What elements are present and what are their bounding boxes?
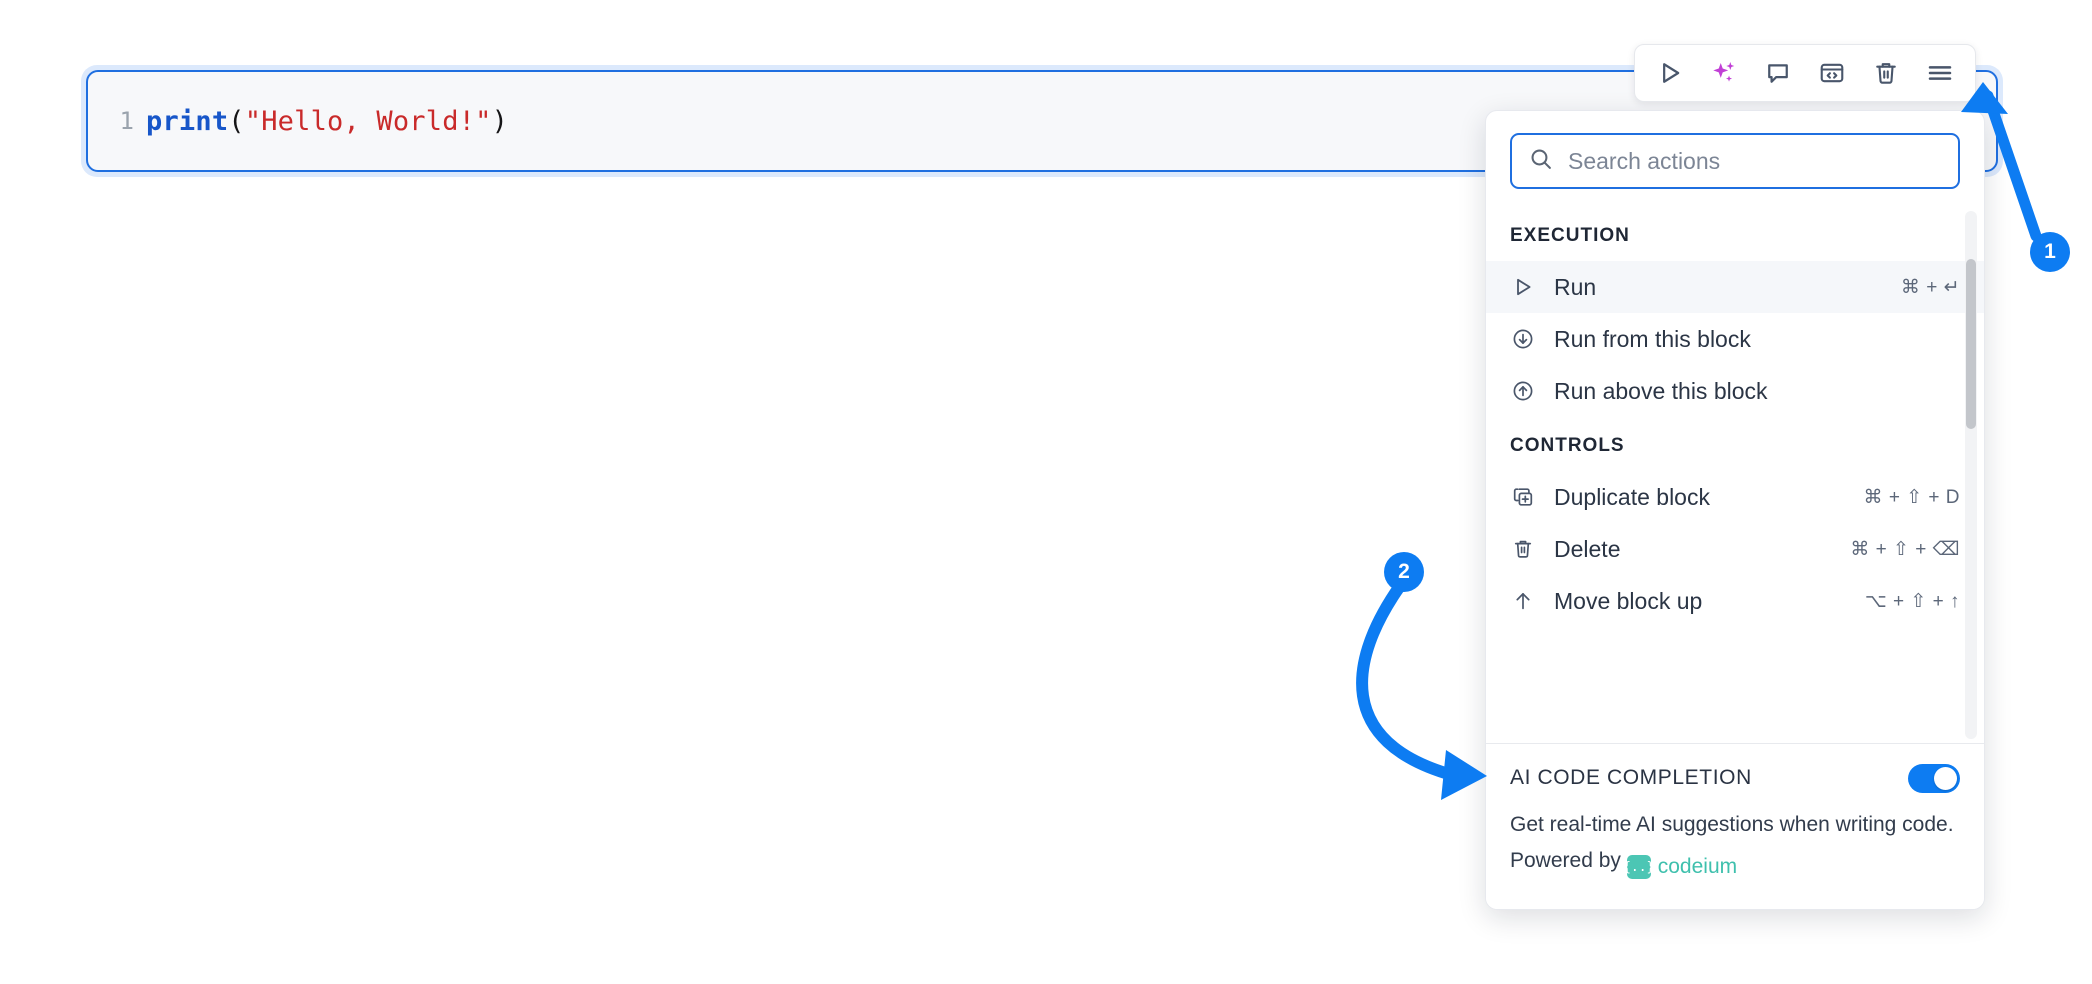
menu-item-run-from-this-block[interactable]: Run from this block [1486, 313, 1984, 365]
run-icon[interactable] [1645, 50, 1695, 96]
menu-item-run[interactable]: Run ⌘ + ↵ [1486, 261, 1984, 313]
section-header-execution: EXECUTION [1510, 225, 1630, 246]
actions-menu-panel: EXECUTION Run ⌘ + ↵ Run from this block [1485, 110, 1985, 910]
menu-item-shortcut: ⌘ + ⇧ + ⌫ [1850, 538, 1960, 560]
arrow-up-circle-icon [1510, 378, 1536, 404]
ai-code-completion-title: AI CODE COMPLETION [1510, 766, 1752, 789]
code-token-close-paren: ) [491, 105, 509, 137]
menu-item-label: Duplicate block [1554, 483, 1710, 510]
code-token-string: "Hello, World!" [244, 105, 492, 137]
menu-item-shortcut: ⌥ + ⇧ + ↑ [1864, 590, 1960, 612]
codeium-brand-name: codeium [1657, 855, 1738, 878]
ai-code-completion-row: AI CODE COMPLETION [1510, 763, 1960, 793]
menu-item-delete[interactable]: Delete ⌘ + ⇧ + ⌫ [1486, 523, 1984, 575]
trash-icon[interactable] [1861, 50, 1911, 96]
code-token-function: print [146, 105, 229, 137]
block-toolbar [1634, 44, 1976, 102]
code-block-icon[interactable] [1807, 50, 1857, 96]
search-actions-box[interactable] [1510, 133, 1960, 189]
annotation-badge-1: 1 [2030, 232, 2070, 272]
toggle-knob [1934, 766, 1957, 790]
code-token-open-paren: ( [228, 105, 245, 137]
line-number: 1 [119, 107, 134, 135]
codeium-logo-icon: {..} [1623, 855, 1654, 879]
annotation-arrow-2-head [1441, 750, 1487, 800]
menu-list: EXECUTION Run ⌘ + ↵ Run from this block [1486, 207, 1984, 631]
search-icon [1528, 146, 1554, 177]
menu-item-label: Delete [1554, 535, 1621, 562]
section-header-controls: CONTROLS [1510, 435, 1625, 456]
ai-code-completion-toggle[interactable] [1908, 763, 1960, 793]
menu-item-shortcut: ⌘ + ⇧ + D [1863, 486, 1960, 508]
codeium-brand[interactable]: {..} codeium [1623, 849, 1738, 885]
ai-code-completion-section: AI CODE COMPLETION Get real-time AI sugg… [1486, 742, 1984, 909]
menu-item-run-above-this-block[interactable]: Run above this block [1486, 365, 1984, 417]
hamburger-menu-icon[interactable] [1915, 50, 1965, 96]
menu-item-label: Run from this block [1554, 325, 1751, 352]
ai-sparkle-icon[interactable] [1699, 50, 1749, 96]
code-line-1[interactable]: print("Hello, World!") [146, 106, 508, 137]
menu-item-label: Move block up [1554, 587, 1703, 614]
menu-scrollbar-thumb[interactable] [1966, 259, 1976, 429]
annotation-badge-2: 2 [1384, 552, 1424, 592]
menu-scrollbar-track[interactable] [1965, 211, 1977, 739]
comment-icon[interactable] [1753, 50, 1803, 96]
menu-item-label: Run [1554, 273, 1597, 300]
duplicate-icon [1510, 484, 1536, 510]
menu-item-label: Run above this block [1554, 377, 1768, 404]
menu-item-shortcut: ⌘ + ↵ [1900, 276, 1960, 298]
arrow-up-icon [1510, 588, 1536, 614]
search-zone [1486, 111, 1984, 207]
menu-item-move-block-up[interactable]: Move block up ⌥ + ⇧ + ↑ [1486, 575, 1984, 627]
search-input[interactable] [1568, 147, 1942, 175]
annotation-arrow-2-line [1356, 580, 1458, 781]
app-root: 1 print("Hello, World!") Search actions … [0, 0, 2092, 984]
arrow-down-circle-icon [1510, 326, 1536, 352]
ai-code-completion-description: Get real-time AI suggestions when writin… [1510, 807, 1960, 886]
menu-scroll-area: EXECUTION Run ⌘ + ↵ Run from this block [1486, 207, 1984, 743]
menu-item-duplicate-block[interactable]: Duplicate block ⌘ + ⇧ + D [1486, 471, 1984, 523]
trash-icon [1510, 536, 1536, 562]
play-icon [1510, 274, 1536, 300]
